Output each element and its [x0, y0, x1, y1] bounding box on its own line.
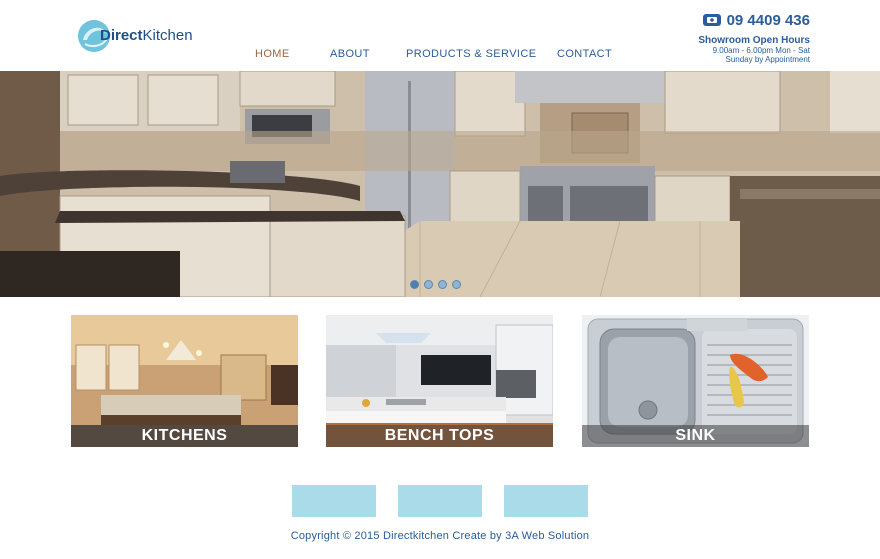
- slider-dot-3[interactable]: [438, 280, 447, 289]
- contact-info: 09 4409 436 Showroom Open Hours 9.00am -…: [698, 12, 810, 64]
- tile-bench-tops-label: BENCH TOPS: [384, 427, 495, 444]
- slider-dots: [410, 280, 461, 289]
- hero-kitchen-image: [0, 71, 880, 297]
- phone-line[interactable]: 09 4409 436: [698, 12, 810, 29]
- tile-sink[interactable]: SINK: [582, 315, 809, 447]
- footer-box-1[interactable]: [292, 485, 376, 517]
- logo-text-bold: Direct: [100, 27, 143, 44]
- nav-about[interactable]: ABOUT: [330, 48, 370, 60]
- logo-text-rest: Kitchen: [142, 27, 193, 44]
- tile-sink-label: SINK: [675, 427, 716, 444]
- slider-dot-4[interactable]: [452, 280, 461, 289]
- hours-weekday: 9.00am - 6.00pm Mon - Sat: [712, 46, 810, 55]
- footer-box-2[interactable]: [398, 485, 482, 517]
- copyright-text: Copyright © 2015 Directkitchen Create by…: [290, 530, 590, 542]
- tile-kitchens[interactable]: KITCHENS: [71, 315, 298, 447]
- footer-box-3[interactable]: [504, 485, 588, 517]
- slider-dot-2[interactable]: [424, 280, 433, 289]
- tile-bench-tops[interactable]: BENCH TOPS: [326, 315, 553, 447]
- hours-sunday: Sunday by Appointment: [725, 55, 810, 64]
- logo-wordmark: DirectKitchen: [100, 27, 193, 44]
- phone-number: 09 4409 436: [726, 12, 810, 29]
- hero-slider[interactable]: [0, 71, 880, 297]
- tile-kitchens-label: KITCHENS: [141, 427, 228, 444]
- slider-dot-1[interactable]: [410, 280, 419, 289]
- nav-products-service[interactable]: PRODUCTS & SERVICE: [406, 48, 536, 60]
- showroom-title: Showroom Open Hours: [698, 35, 810, 46]
- nav-home[interactable]: HOME: [255, 48, 290, 60]
- nav-contact[interactable]: CONTACT: [557, 48, 612, 60]
- phone-icon: [702, 14, 721, 26]
- site-logo[interactable]: DirectKitchen: [76, 18, 216, 54]
